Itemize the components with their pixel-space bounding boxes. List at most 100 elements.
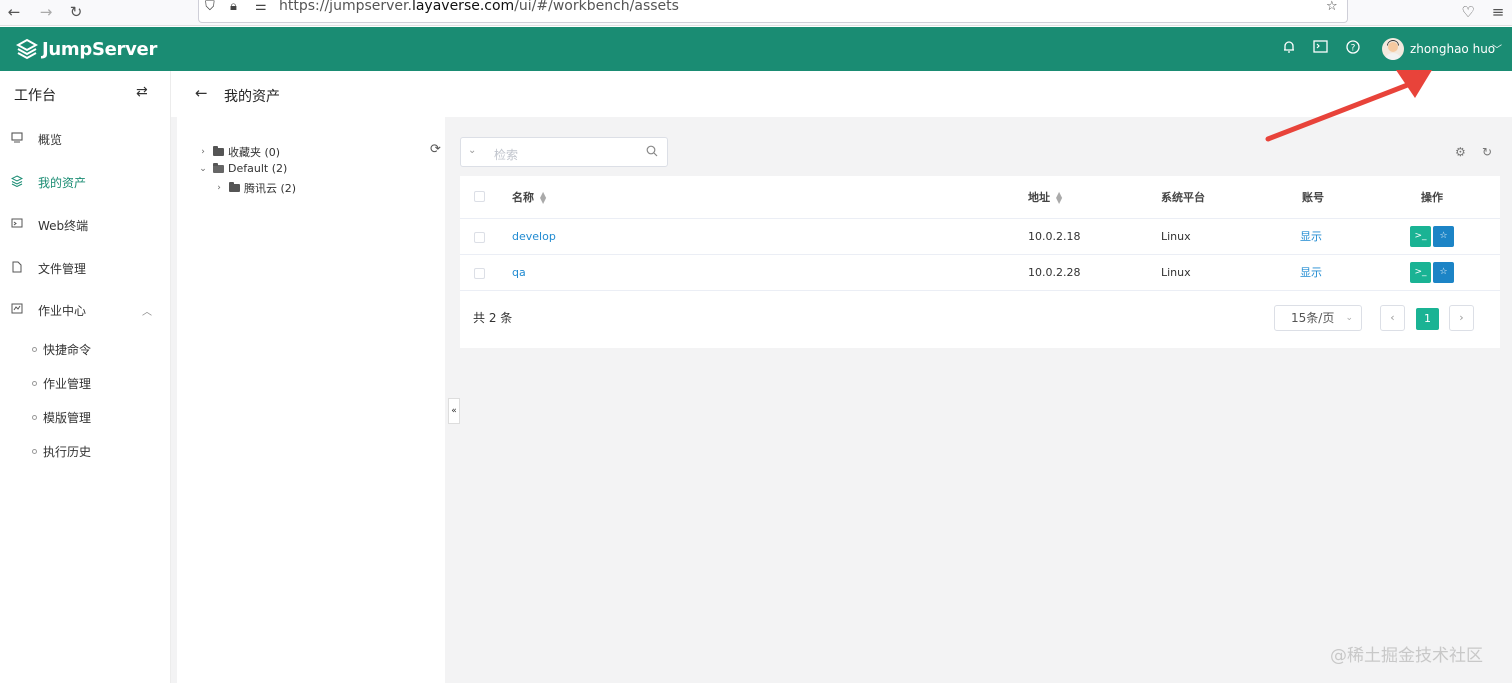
asset-platform: Linux (1161, 266, 1191, 279)
connect-terminal-button[interactable]: >_ (1410, 226, 1431, 247)
sidebar-subitem-quick-command[interactable]: 快捷命令 (32, 341, 91, 358)
refresh-tree-icon[interactable]: ⟳ (430, 142, 441, 157)
help-icon[interactable]: ? (1344, 40, 1362, 58)
asset-panel: ⌄ 检索 ⚙ ↻ 名称 ▲ ▼ 地址 ▲ ▼ 系统平台 账号 操作 develop 10… (460, 117, 1500, 348)
job-icon (10, 303, 24, 317)
search-placeholder: 检索 (494, 148, 519, 162)
prev-page-button[interactable]: ‹ (1380, 305, 1405, 331)
permissions-icon: ⚌ (255, 0, 267, 14)
sidebar-subitem-label: 快捷命令 (43, 343, 92, 357)
back-icon[interactable]: ← (4, 2, 24, 22)
folder-icon (229, 182, 240, 192)
show-accounts-link[interactable]: 显示 (1300, 255, 1322, 291)
chevron-down-icon[interactable]: ⌄ (197, 164, 209, 174)
column-header-address[interactable]: 地址 ▲ ▼ (1028, 176, 1062, 219)
page-size-value: 15条/页 (1291, 311, 1335, 325)
tree-node-tencent-cloud[interactable]: › 腾讯云 (2) (213, 180, 296, 196)
sidebar-item-web-terminal[interactable]: Web终端 (0, 205, 170, 245)
select-all-checkbox[interactable] (474, 191, 485, 202)
show-accounts-link[interactable]: 显示 (1300, 219, 1322, 255)
sidebar-item-job-center[interactable]: 作业中心 ︿ (0, 290, 170, 330)
reload-icon[interactable]: ↻ (66, 2, 86, 22)
chevron-up-icon[interactable]: ︿ (142, 303, 152, 318)
chevron-down-icon[interactable]: ﹀ (1492, 41, 1502, 56)
lock-icon: 🔒︎ (230, 0, 237, 14)
favorite-star-button[interactable]: ☆ (1433, 262, 1454, 283)
sort-icon[interactable]: ▲ ▼ (540, 191, 546, 205)
column-header-account: 账号 (1302, 191, 1324, 204)
asset-address: 10.0.2.18 (1028, 230, 1081, 243)
sidebar-subitem-execution-history[interactable]: 执行历史 (32, 443, 91, 460)
back-arrow-icon[interactable]: ← (195, 84, 208, 102)
chevron-down-icon[interactable]: ⌄ (468, 145, 476, 156)
sidebar-item-label: Web终端 (38, 218, 89, 233)
logo-text: JumpServer (42, 38, 158, 60)
sidebar: 工作台 ⇄ 概览 我的资产 Web终端 文件管理 作业中心 ︿ 快捷命令 作业管… (0, 71, 171, 683)
menu-icon[interactable]: ≡ (1488, 2, 1508, 22)
watermark: @稀土掘金技术社区 (1330, 646, 1483, 666)
asset-name-link[interactable]: develop (512, 219, 556, 255)
tree-node-label: 腾讯云 (2) (244, 182, 297, 195)
settings-gear-icon[interactable]: ⚙ (1455, 145, 1466, 159)
page-number-current[interactable]: 1 (1416, 308, 1439, 330)
shield-icon: ⛉ (205, 0, 215, 14)
switch-icon[interactable]: ⇄ (136, 84, 148, 100)
sidebar-item-overview[interactable]: 概览 (0, 119, 170, 159)
sidebar-item-my-assets[interactable]: 我的资产 (0, 162, 170, 202)
jumpserver-logo-icon (16, 38, 38, 60)
page-title: 我的资产 (224, 89, 280, 105)
chevron-right-icon[interactable]: › (197, 147, 209, 157)
pocket-icon[interactable]: ♡ (1458, 2, 1478, 22)
url-bar[interactable]: ⛉ 🔒︎ ⚌ https://jumpserver.layaverse.com/… (198, 0, 1348, 23)
total-count: 共 2 条 (473, 311, 513, 325)
asset-tree: › 收藏夹 (0) ⌄ Default (2) › 腾讯云 (2) ⟳ (177, 117, 445, 683)
tree-node-default[interactable]: ⌄ Default (2) (197, 162, 287, 175)
sidebar-subitem-label: 模版管理 (43, 411, 92, 425)
column-header-name[interactable]: 名称 ▲ ▼ (512, 176, 546, 219)
sidebar-subitem-label: 执行历史 (43, 445, 92, 459)
next-page-button[interactable]: › (1449, 305, 1474, 331)
favorite-star-button[interactable]: ☆ (1433, 226, 1454, 247)
sidebar-item-label: 文件管理 (38, 261, 87, 276)
chevron-right-icon[interactable]: › (213, 183, 225, 193)
browser-toolbar: ← → ↻ ⛉ 🔒︎ ⚌ https://jumpserver.layavers… (0, 0, 1512, 26)
refresh-icon[interactable]: ↻ (1482, 145, 1492, 159)
folder-open-icon (213, 162, 224, 173)
row-checkbox[interactable] (474, 268, 485, 279)
tree-node-label: Default (2) (228, 162, 288, 175)
bullet-icon (32, 381, 37, 386)
bookmark-star-icon[interactable]: ☆ (1326, 0, 1338, 14)
main-content: › 收藏夹 (0) ⌄ Default (2) › 腾讯云 (2) ⟳ « ⌄ … (171, 117, 1512, 683)
bullet-icon (32, 347, 37, 352)
column-header-actions: 操作 (1421, 191, 1443, 204)
annotation-arrow-icon (1265, 70, 1432, 142)
sort-icon[interactable]: ▲ ▼ (1056, 191, 1062, 205)
search-icon[interactable] (646, 145, 658, 160)
search-input[interactable]: ⌄ 检索 (460, 137, 668, 167)
table-header-row: 名称 ▲ ▼ 地址 ▲ ▼ 系统平台 账号 操作 (460, 176, 1500, 219)
sidebar-subitem-label: 作业管理 (43, 377, 92, 391)
page-size-select[interactable]: 15条/页 ⌄ (1274, 305, 1362, 331)
logo[interactable]: JumpServer (16, 37, 157, 61)
column-header-platform: 系统平台 (1161, 191, 1205, 204)
chevron-down-icon: ⌄ (1345, 313, 1353, 323)
sidebar-subitem-template-management[interactable]: 模版管理 (32, 409, 91, 426)
avatar[interactable] (1382, 38, 1404, 60)
bullet-icon (32, 415, 37, 420)
row-checkbox[interactable] (474, 232, 485, 243)
sidebar-item-label: 作业中心 (38, 303, 87, 318)
asset-name-link[interactable]: qa (512, 255, 526, 291)
connect-terminal-button[interactable]: >_ (1410, 262, 1431, 283)
file-icon (10, 261, 24, 275)
user-name[interactable]: zhonghao huo (1410, 42, 1495, 56)
collapse-tree-handle[interactable]: « (448, 398, 460, 424)
layers-icon (10, 175, 24, 189)
url-text: https://jumpserver.layaverse.com/ui/#/wo… (279, 0, 679, 14)
forward-icon[interactable]: → (36, 2, 56, 22)
sidebar-item-file-manager[interactable]: 文件管理 (0, 248, 170, 288)
bell-icon[interactable] (1280, 40, 1298, 58)
terminal-icon (10, 218, 24, 232)
terminal-icon[interactable] (1311, 40, 1329, 58)
sidebar-subitem-job-management[interactable]: 作业管理 (32, 375, 91, 392)
tree-node-favorites[interactable]: › 收藏夹 (0) (197, 144, 280, 160)
